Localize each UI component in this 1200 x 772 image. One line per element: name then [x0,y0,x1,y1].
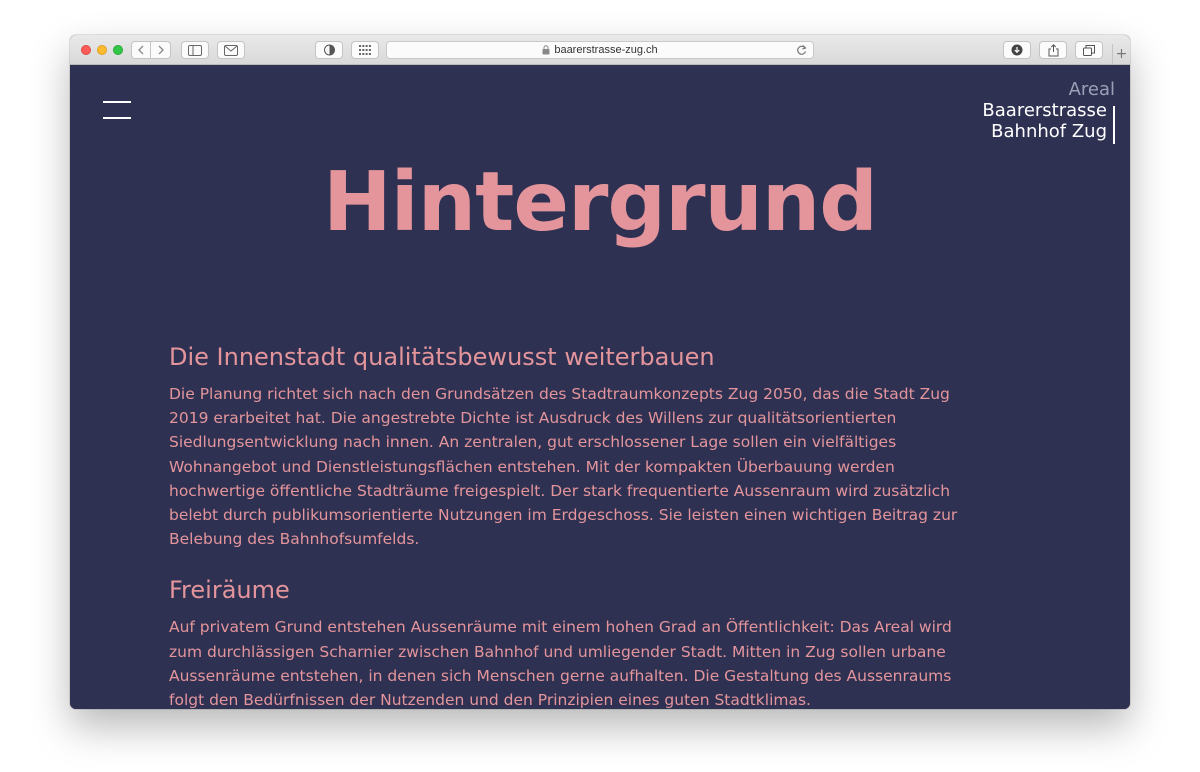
mail-button[interactable] [217,41,245,59]
paragraph-line: Belebung des Bahnhofsumfelds. [169,530,420,549]
zoom-window-button[interactable] [113,45,123,55]
section-freiraeume: Freiräume Auf privatem Grund entstehen A… [169,575,1039,709]
menu-line-bottom [103,117,131,119]
mail-icon [224,44,238,56]
paragraph-line: Siedlungsentwicklung nach innen. An zent… [169,433,897,452]
section-heading: Die Innenstadt qualitätsbewusst weiterba… [169,343,715,371]
section-innenstadt: Die Innenstadt qualitätsbewusst weiterba… [169,342,1039,551]
logo-line-baarerstrasse: Baarerstrasse [982,100,1107,121]
paragraph-line: belebt durch publikumsorientierte Nutzun… [169,506,958,525]
main-content: Die Innenstadt qualitätsbewusst weiterba… [169,342,1039,709]
history-nav [131,41,171,59]
browser-toolbar: baarerstrasse-zug.ch + [70,35,1130,65]
forward-button[interactable] [151,41,171,59]
back-icon [138,45,144,55]
plus-icon: + [1115,46,1128,62]
forward-icon [158,45,164,55]
url-text: baarerstrasse-zug.ch [554,44,658,56]
paragraph-line: Die Planung richtet sich nach den Grunds… [169,385,950,403]
minimize-window-button[interactable] [97,45,107,55]
share-button[interactable] [1039,41,1067,59]
privacy-button[interactable] [315,41,343,59]
menu-line-top [103,101,131,103]
new-tab-button[interactable]: + [1112,44,1130,65]
tabs-icon [1083,44,1095,56]
paragraph-line: hochwertige öffentliche Stadträume freig… [169,481,951,500]
reload-icon[interactable] [796,44,807,59]
sidebar-icon [188,44,202,56]
shield-icon [323,44,335,56]
tabs-overview-button[interactable] [1075,41,1103,59]
web-page: Areal Baarerstrasse Bahnhof Zug Hintergr… [70,65,1130,709]
close-window-button[interactable] [81,45,91,55]
paragraph-line: Aussenräume entstehen, in denen sich Men… [169,666,952,685]
logo-line-bahnhof: Bahnhof Zug [991,121,1107,142]
paragraph-line: zum durchlässigen Scharnier zwischen Bah… [169,642,946,661]
browser-window: baarerstrasse-zug.ch + Areal Baarerstras… [70,35,1130,709]
paragraph-line: folgt den Bedürfnissen der Nutzenden und… [169,691,811,709]
logo-line-areal: Areal [1068,79,1115,100]
section-heading: Freiräume [169,576,290,605]
section-paragraph: Auf privatem Grund entstehen Aussenräume… [169,615,1039,709]
share-icon [1048,43,1058,56]
address-bar[interactable]: baarerstrasse-zug.ch [386,41,814,59]
menu-icon[interactable] [103,101,131,119]
paragraph-line: Auf privatem Grund entstehen Aussenräume… [169,618,952,637]
lock-icon [542,45,550,55]
favorites-grid-button[interactable] [351,41,379,59]
paragraph-line: 2019 erarbeitet hat. Die angestrebte Dic… [169,409,897,428]
page-title: Hintergrund [323,155,878,250]
section-paragraph: Die Planung richtet sich nach den Grunds… [169,382,1039,551]
back-button[interactable] [131,41,151,59]
site-logo[interactable]: Areal Baarerstrasse Bahnhof Zug [982,79,1115,144]
download-icon [1011,44,1023,56]
paragraph-line: Wohnangebot und Dienstleistungsflächen e… [169,457,895,476]
sidebar-button[interactable] [181,41,209,59]
logo-vertical-bar [1113,106,1115,144]
grid-icon [359,45,371,55]
downloads-button[interactable] [1003,41,1031,59]
